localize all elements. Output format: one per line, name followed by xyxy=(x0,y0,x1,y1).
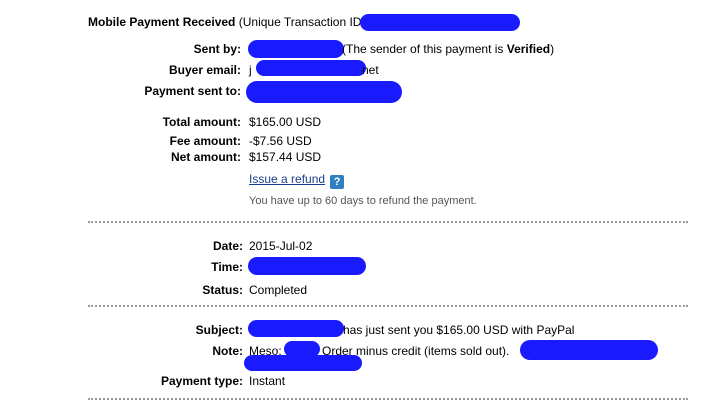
issue-refund-link[interactable]: Issue a refund xyxy=(249,172,325,186)
time-label: Time: xyxy=(211,260,243,274)
redacted-note-tail xyxy=(520,340,658,360)
buyer-email-label: Buyer email: xyxy=(168,63,241,77)
redacted-sender-name xyxy=(248,40,344,58)
total-amount-value: $165.00 USD xyxy=(249,115,322,129)
redacted-buyer-email xyxy=(256,60,366,76)
redacted-transaction-id xyxy=(360,14,520,31)
date-value: 2015-Jul-02 xyxy=(249,239,313,253)
buyer-email-end: net xyxy=(362,63,379,77)
redacted-recipient xyxy=(246,81,402,103)
redacted-subject-sender xyxy=(248,320,344,337)
payment-sent-to-label: Payment sent to: xyxy=(144,84,241,98)
fee-amount-label: Fee amount: xyxy=(169,134,241,148)
note-label: Note: xyxy=(212,344,243,358)
section-divider xyxy=(88,221,688,223)
payment-type-value: Instant xyxy=(249,374,286,388)
section-divider xyxy=(88,305,688,307)
net-amount-value: $157.44 USD xyxy=(249,150,322,164)
subject-label: Subject: xyxy=(195,323,243,337)
issue-refund-row: Issue a refund? xyxy=(249,172,345,189)
refund-window-note: You have up to 60 days to refund the pay… xyxy=(249,195,477,207)
buyer-email-start: j xyxy=(249,63,252,77)
sender-verified-note: (The sender of this payment is Verified) xyxy=(342,42,555,56)
transaction-id-prefix: (Unique Transaction ID # xyxy=(238,15,372,29)
redacted-time xyxy=(248,257,366,275)
fee-amount-value: -$7.56 USD xyxy=(249,134,312,148)
redacted-note-line2 xyxy=(244,355,362,371)
page-title: Mobile Payment Received (Unique Transact… xyxy=(88,15,371,29)
subject-value: has just sent you $165.00 USD with PayPa… xyxy=(343,323,575,337)
net-amount-label: Net amount: xyxy=(171,150,241,164)
verified-status: Verified xyxy=(506,42,551,56)
status-value: Completed xyxy=(249,283,308,297)
payment-type-label: Payment type: xyxy=(160,374,243,388)
payment-title: Mobile Payment Received xyxy=(88,15,236,29)
sent-by-label: Sent by: xyxy=(193,42,241,56)
total-amount-label: Total amount: xyxy=(162,115,241,129)
help-icon[interactable]: ? xyxy=(330,175,345,189)
status-label: Status: xyxy=(202,283,243,297)
date-label: Date: xyxy=(212,239,243,253)
section-divider xyxy=(88,398,688,400)
